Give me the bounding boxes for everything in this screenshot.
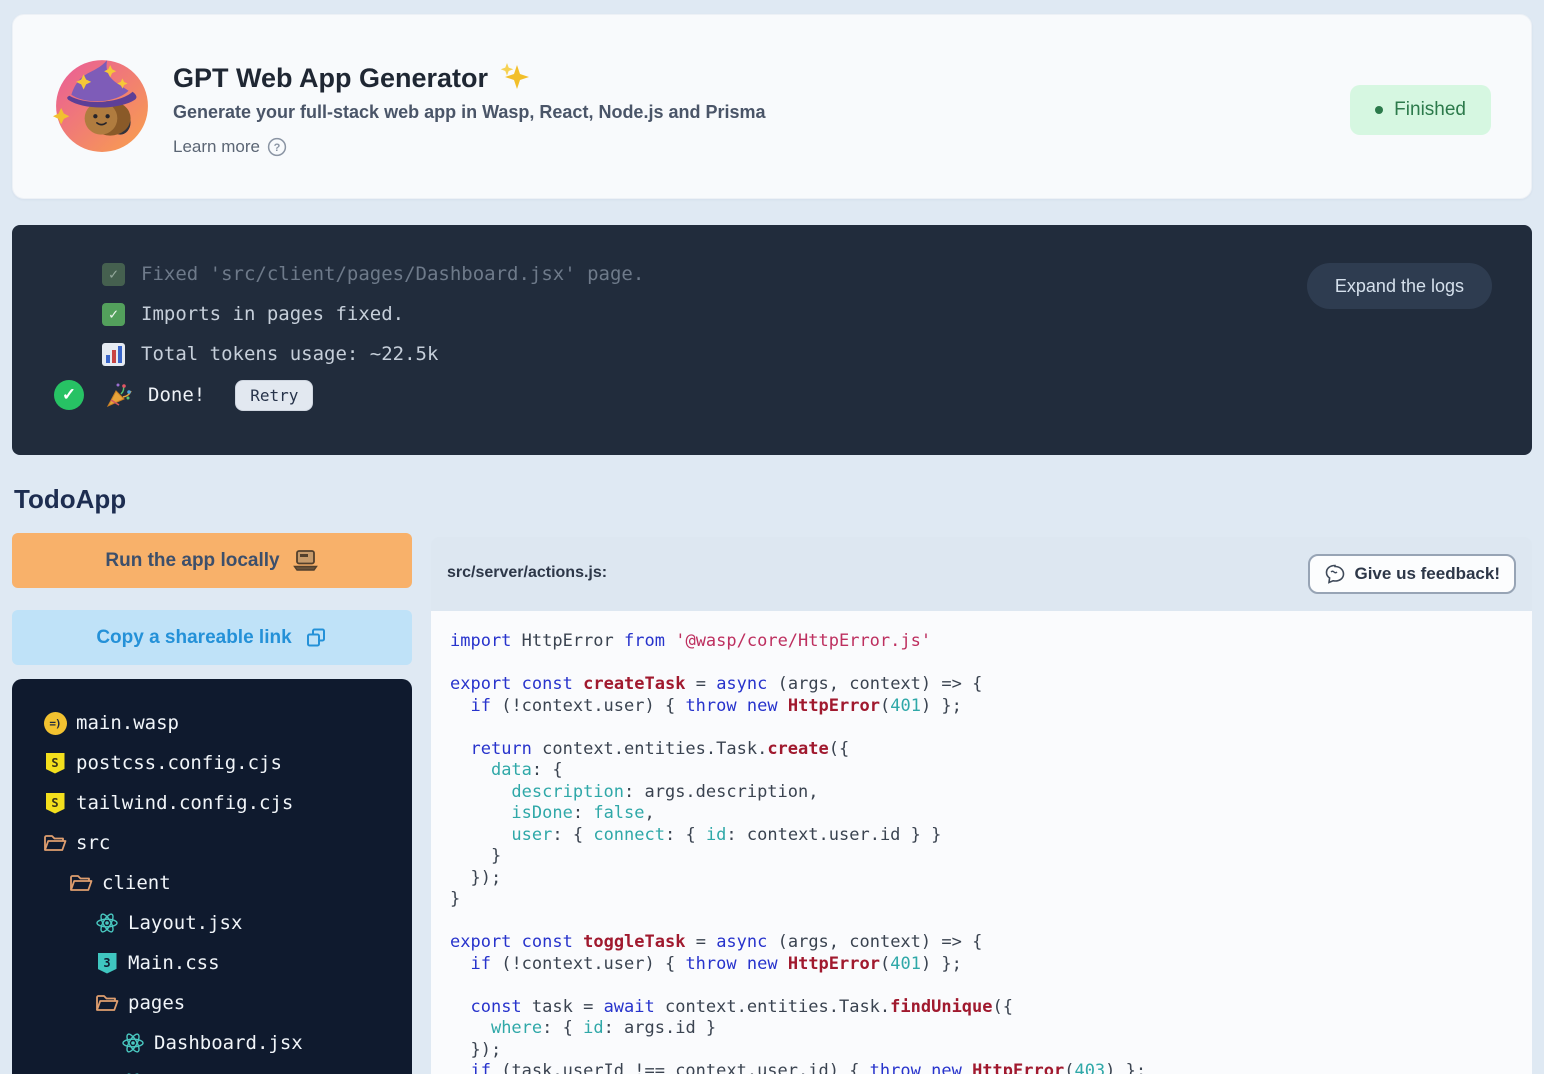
code-line: if (!context.user) { throw new HttpError… [450,696,1532,718]
code-line: if (!context.user) { throw new HttpError… [450,954,1532,976]
party-popper-icon [105,382,132,409]
code-line: if (task.userId !== context.user.id) { t… [450,1061,1532,1074]
code-line [450,717,1532,739]
code-line: data: { [450,760,1532,782]
code-line: isDone: false, [450,803,1532,825]
log-panel: ✓ Fixed 'src/client/pages/Dashboard.jsx'… [12,225,1532,455]
tree-item-label: client [102,872,171,894]
sparkles-icon [498,61,532,95]
code-line: const task = await context.entities.Task… [450,997,1532,1019]
code-line: return context.entities.Task.create({ [450,739,1532,761]
tree-item-label: Main.css [128,952,220,974]
success-check-icon: ✓ [54,380,84,410]
code-viewer: import HttpError from '@wasp/core/HttpEr… [431,611,1532,1074]
laptop-icon [292,549,319,572]
status-dot-icon [1375,106,1383,114]
tree-item-label: pages [128,992,185,1014]
css-file-icon: 3 [98,953,117,974]
bar-chart-emoji-icon [102,343,125,366]
tree-item-label: postcss.config.cjs [76,752,282,774]
js-file-icon: S [46,793,65,814]
header-card: GPT Web App Generator Generate your full… [12,14,1532,199]
tree-item-dashboard-jsx[interactable]: Dashboard.jsx [12,1023,412,1063]
run-app-locally-button[interactable]: Run the app locally [12,533,412,588]
check-emoji-icon: ✓ [102,303,125,326]
code-line: export const createTask = async (args, c… [450,674,1532,696]
tree-item-label: Dashboard.jsx [154,1032,303,1054]
copy-icon [304,626,328,650]
file-tree: =)main.waspSpostcss.config.cjsStailwind.… [12,679,412,1074]
copy-shareable-link-button[interactable]: Copy a shareable link [12,610,412,665]
react-icon [95,911,119,935]
tree-item-label: main.wasp [76,712,179,734]
code-panel-header: src/server/actions.js: Give us feedback! [431,537,1532,611]
speech-bubble-icon [1324,563,1346,585]
app-logo [53,57,151,155]
status-badge: Finished [1350,85,1491,135]
tree-item-tailwind-config-cjs[interactable]: Stailwind.config.cjs [12,783,412,823]
tree-item-label: tailwind.config.cjs [76,792,293,814]
tree-item-main-css[interactable]: 3 Main.css [12,943,412,983]
code-line: } [450,846,1532,868]
tree-item-login-jsx[interactable]: Login.jsx [12,1063,412,1074]
code-file-path: src/server/actions.js: [447,564,607,582]
code-line: description: args.description, [450,782,1532,804]
question-circle-icon: ? [267,137,287,157]
retry-button[interactable]: Retry [235,380,313,411]
code-line [450,653,1532,675]
log-line-done: Done! Retry [105,382,313,408]
code-line: user: { connect: { id: context.user.id }… [450,825,1532,847]
svg-text:?: ? [274,142,281,154]
folder-open-icon [43,833,67,853]
folder-open-icon [69,873,93,893]
code-line: where: { id: args.id } [450,1018,1532,1040]
log-line: ✓ Imports in pages fixed. [102,301,404,327]
app-subtitle: Generate your full-stack web app in Wasp… [173,102,766,123]
react-icon [121,1031,145,1055]
log-line: Total tokens usage: ~22.5k [102,341,438,367]
tree-item-src[interactable]: src [12,823,412,863]
give-feedback-button[interactable]: Give us feedback! [1308,554,1516,594]
tree-item-postcss-config-cjs[interactable]: Spostcss.config.cjs [12,743,412,783]
js-file-icon: S [46,753,65,774]
code-line [450,911,1532,933]
tree-item-label: Layout.jsx [128,912,242,934]
log-line: ✓ Fixed 'src/client/pages/Dashboard.jsx'… [102,261,644,287]
check-emoji-icon: ✓ [102,263,125,286]
expand-logs-button[interactable]: Expand the logs [1307,263,1492,309]
code-line: }); [450,868,1532,890]
tree-item-client[interactable]: client [12,863,412,903]
code-line: }); [450,1040,1532,1062]
tree-item-label: src [76,832,110,854]
project-name: TodoApp [14,484,126,515]
tree-item-main-wasp[interactable]: =) main.wasp [12,703,412,743]
tree-item-pages[interactable]: pages [12,983,412,1023]
code-line: import HttpError from '@wasp/core/HttpEr… [450,631,1532,653]
code-line: } [450,889,1532,911]
page-title: GPT Web App Generator [173,61,532,95]
tree-item-layout-jsx[interactable]: Layout.jsx [12,903,412,943]
learn-more-link[interactable]: Learn more ? [173,137,287,157]
wasp-file-icon: =) [44,712,67,735]
code-line [450,975,1532,997]
folder-open-icon [95,993,119,1013]
code-line: export const toggleTask = async (args, c… [450,932,1532,954]
